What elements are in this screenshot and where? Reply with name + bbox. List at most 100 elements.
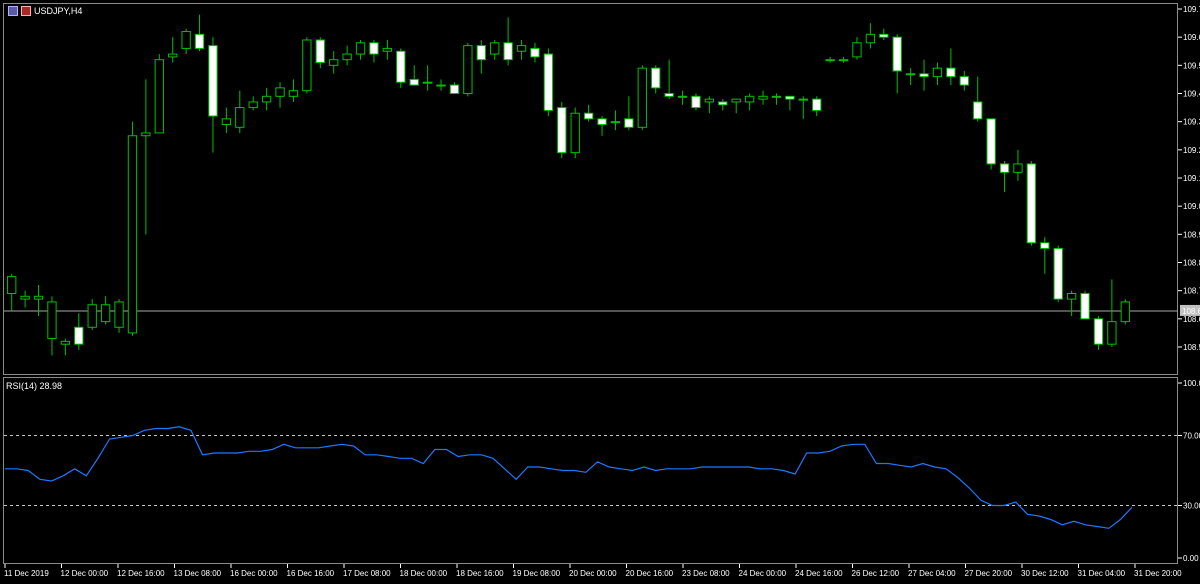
bear-candle	[409, 78, 419, 86]
bear-candle	[476, 45, 486, 61]
time-tick-label: 16 Dec 16:00	[287, 569, 335, 578]
bear-candle	[1093, 318, 1104, 345]
price-tick-label: 108.530	[1183, 343, 1200, 352]
chart-canvas: 109.730 109.630 109.530 109.430 109.330 109.2…	[4, 5, 1200, 578]
bull-candle	[100, 304, 111, 323]
bull-candle	[275, 87, 285, 97]
bull-candle	[516, 45, 527, 52]
current-price-label: 108.658	[1182, 307, 1200, 316]
bear-candle	[208, 45, 218, 117]
time-tick-label: 30 Dec 12:00	[1021, 569, 1069, 578]
bear-candle	[879, 33, 889, 38]
bear-candle	[651, 67, 661, 89]
bull-candle	[288, 90, 299, 97]
bull-candle	[570, 112, 580, 154]
bear-candle	[74, 326, 84, 345]
rsi-title: RSI(14) 28.98	[6, 381, 63, 391]
bull-candle	[154, 59, 164, 134]
bull-candle	[33, 295, 44, 300]
time-tick-label: 23 Dec 08:00	[682, 569, 730, 578]
bull-candle	[1066, 292, 1077, 300]
rsi-tick-label: 0.00	[1183, 554, 1199, 563]
bull-candle	[221, 118, 232, 125]
bear-candle	[369, 42, 379, 55]
bull-candle	[127, 135, 138, 334]
time-tick-label: 24 Dec 16:00	[795, 569, 843, 578]
bull-candle	[261, 95, 272, 103]
bull-candle	[60, 340, 71, 345]
bear-candle	[1080, 292, 1090, 320]
bear-candle	[396, 50, 406, 83]
rsi-tick-label: 70.00	[1183, 432, 1200, 441]
price-tick-label: 109.230	[1183, 146, 1200, 155]
bull-candle	[463, 45, 473, 94]
time-tick-label: 16 Dec 00:00	[230, 569, 278, 578]
bear-candle	[892, 36, 902, 72]
bull-candle	[771, 95, 782, 98]
bear-candle	[557, 107, 567, 154]
time-tick-label: 13 Dec 08:00	[174, 569, 222, 578]
bull-candle	[758, 95, 768, 100]
chart-title: USDJPY,H4	[8, 6, 82, 16]
bear-candle	[449, 84, 460, 95]
bull-candle	[1013, 163, 1023, 173]
bull-candle	[744, 95, 755, 103]
bear-candle	[315, 39, 325, 64]
bull-candle	[7, 276, 17, 294]
time-tick-label: 12 Dec 00:00	[61, 569, 109, 578]
bull-candle	[852, 42, 862, 58]
bear-candle	[973, 101, 983, 120]
bull-candle	[114, 301, 124, 328]
bull-candle	[905, 73, 916, 76]
bull-candle	[838, 59, 849, 62]
bull-candle	[342, 53, 352, 61]
bear-candle	[597, 118, 607, 125]
bull-candle	[181, 31, 191, 49]
price-tick-label: 109.130	[1183, 174, 1200, 183]
symbol-label: USDJPY,H4	[34, 6, 83, 16]
price-tick-label: 109.330	[1183, 118, 1200, 127]
bear-candle	[503, 42, 513, 61]
bull-candle	[825, 59, 835, 62]
price-tick-label: 108.930	[1183, 230, 1200, 239]
bear-candle	[1026, 163, 1037, 244]
chart-window-icon	[8, 6, 18, 16]
bull-candle	[490, 42, 500, 55]
time-tick-label: 11 Dec 2019	[4, 569, 49, 578]
price-tick-label: 109.530	[1183, 61, 1200, 70]
time-tick-label: 17 Dec 08:00	[343, 569, 391, 578]
time-tick-label: 19 Dec 08:00	[513, 569, 561, 578]
bull-candle	[731, 98, 741, 103]
time-tick-label: 27 Dec 20:00	[965, 569, 1013, 578]
bull-candle	[87, 304, 97, 328]
price-tick-label: 109.630	[1183, 33, 1200, 42]
time-tick-label: 12 Dec 16:00	[117, 569, 165, 578]
bull-candle	[865, 33, 876, 44]
rsi-tick-label: 30.00	[1183, 502, 1200, 511]
price-tick-label: 109.030	[1183, 202, 1200, 211]
price-tick-label: 109.430	[1183, 90, 1200, 99]
bull-candle	[798, 98, 808, 101]
bear-candle	[194, 33, 205, 49]
bull-candle	[235, 107, 245, 128]
bull-candle	[20, 295, 30, 300]
time-tick-label: 18 Dec 16:00	[456, 569, 504, 578]
bear-candle	[543, 53, 554, 111]
bull-candle	[302, 39, 312, 92]
time-tick-label: 26 Dec 12:00	[852, 569, 900, 578]
bull-candle	[141, 132, 151, 137]
bull-candle	[704, 98, 715, 103]
price-tick-label: 108.630	[1183, 315, 1200, 324]
time-tick-label: 24 Dec 00:00	[739, 569, 787, 578]
bull-candle	[637, 67, 647, 128]
flag-icon	[21, 6, 31, 16]
bear-candle	[946, 67, 956, 78]
price-tick-label: 109.730	[1183, 5, 1200, 14]
bull-candle	[436, 84, 446, 87]
bear-candle	[999, 163, 1010, 173]
chart-window: 109.730 109.630 109.530 109.430 109.330 109.2…	[0, 0, 1200, 584]
bull-candle	[1120, 301, 1130, 323]
bull-candle	[168, 53, 178, 58]
time-tick-label: 27 Dec 04:00	[908, 569, 956, 578]
bear-candle	[959, 76, 969, 86]
